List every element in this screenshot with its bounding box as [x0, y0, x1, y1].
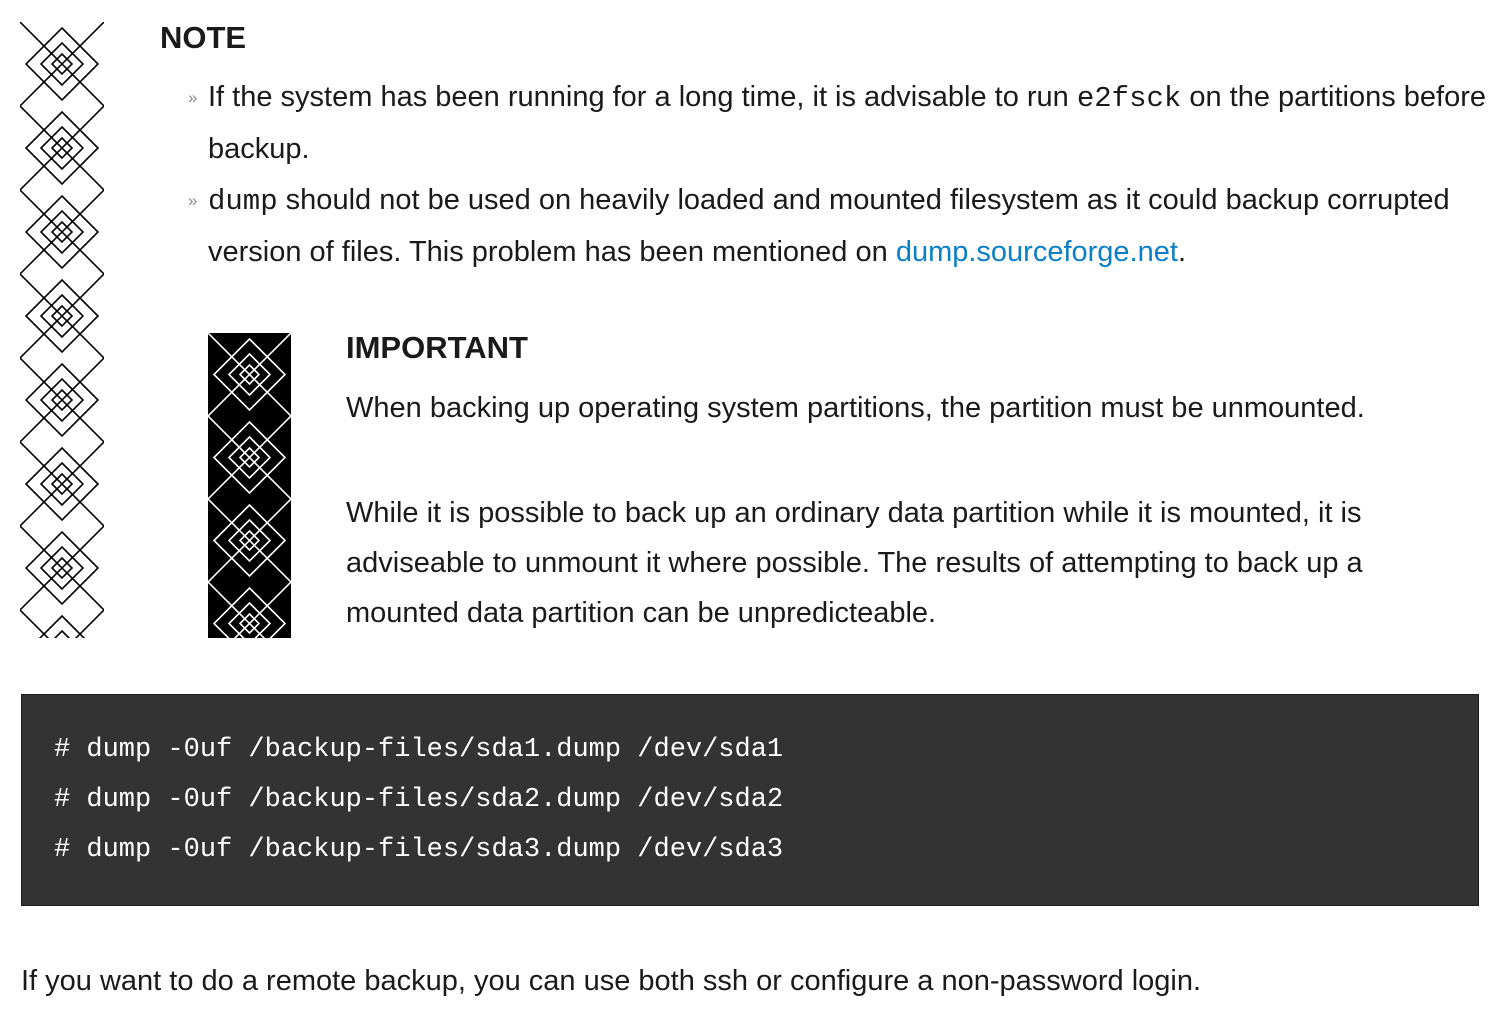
note-list: » If the system has been running for a l…	[188, 72, 1488, 278]
important-title: IMPORTANT	[346, 330, 528, 365]
code-line: # dump -0uf /backup-files/sda1.dump /dev…	[54, 735, 784, 765]
code-block: # dump -0uf /backup-files/sda1.dump /dev…	[21, 694, 1479, 906]
note-list-item: » dump should not be used on heavily loa…	[188, 175, 1488, 278]
bullet-chevron-icon: »	[188, 88, 198, 107]
note-diamond-pattern-icon	[20, 22, 104, 638]
note-list-item: » If the system has been running for a l…	[188, 72, 1488, 175]
code-line: # dump -0uf /backup-files/sda2.dump /dev…	[54, 785, 784, 815]
sourceforge-link[interactable]: dump.sourceforge.net	[896, 236, 1178, 268]
note-item2-text-after: .	[1177, 236, 1186, 268]
important-paragraph: When backing up operating system partiti…	[346, 392, 1365, 424]
body-paragraph: If you want to do a remote backup, you c…	[21, 965, 1202, 997]
note-item2-text-before: should not be used on heavily loaded and…	[208, 184, 1450, 268]
code-line: # dump -0uf /backup-files/sda3.dump /dev…	[54, 835, 784, 865]
note-item1-text-before: If the system has been running for a lon…	[208, 81, 1077, 113]
important-diamond-pattern-icon	[208, 333, 291, 638]
important-paragraph: While it is possible to back up an ordin…	[346, 497, 1363, 629]
bullet-chevron-icon: »	[188, 191, 198, 210]
e2fsck-code: e2fsck	[1076, 82, 1182, 115]
note-title: NOTE	[160, 20, 247, 55]
dump-code: dump	[208, 185, 278, 218]
